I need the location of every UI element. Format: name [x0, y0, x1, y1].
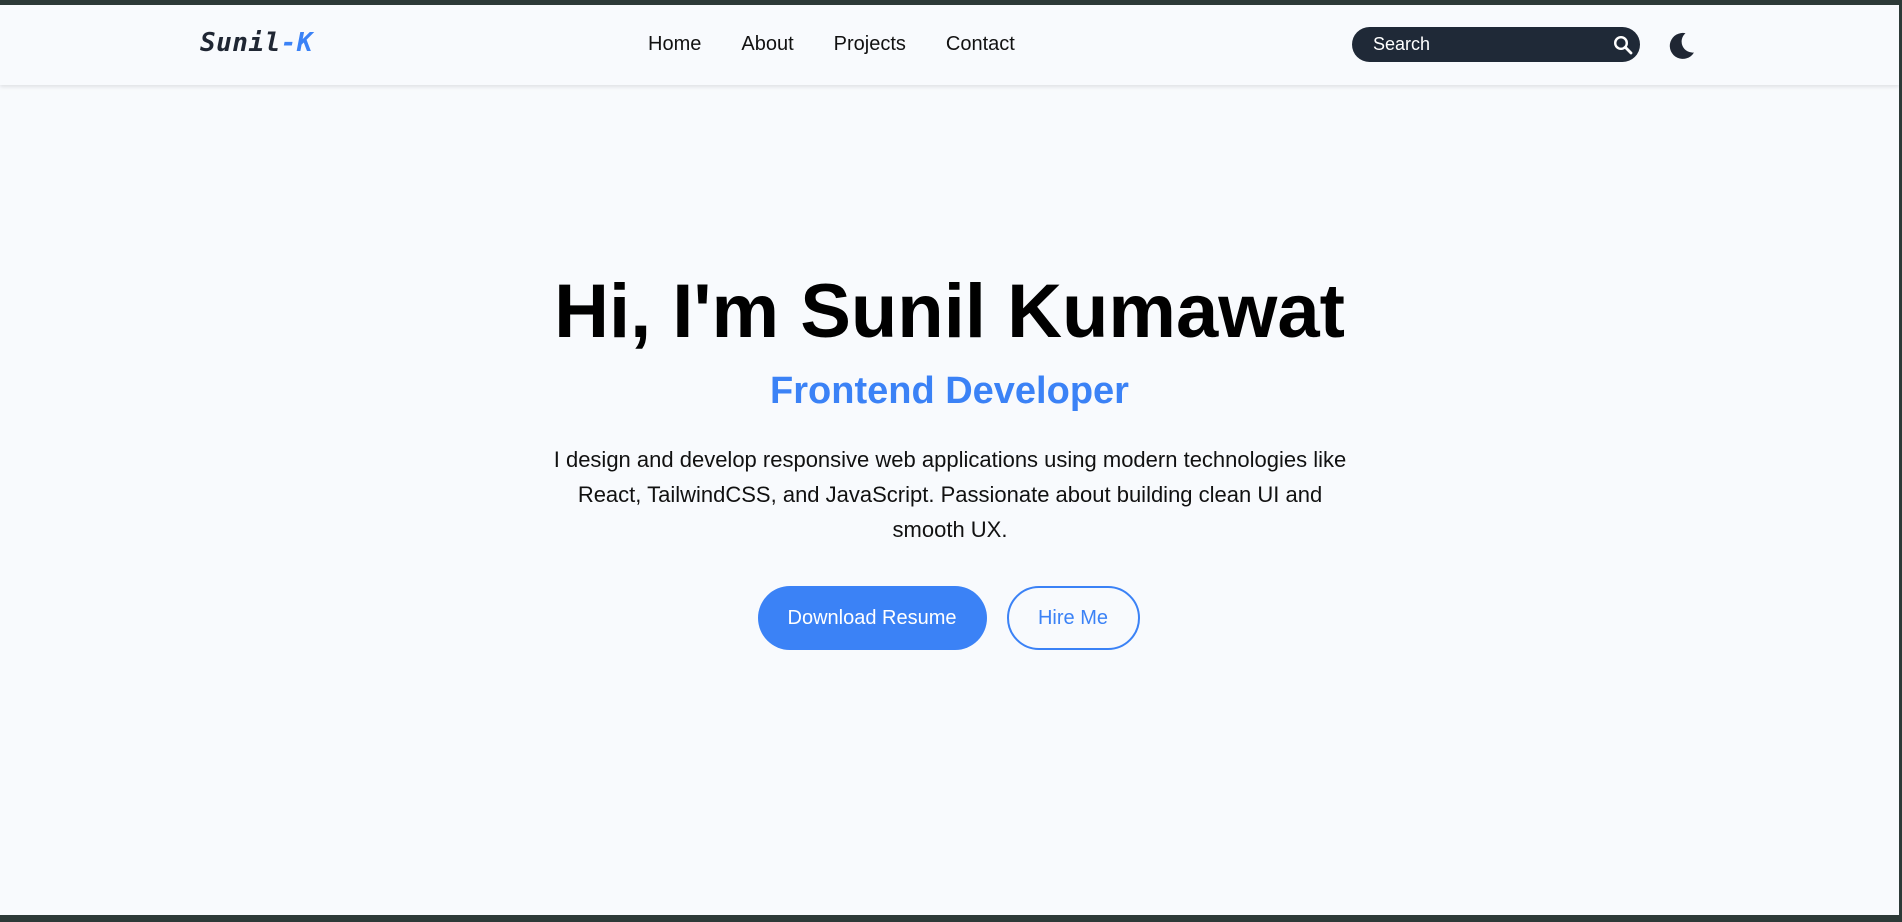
nav-links: Home About Projects Contact — [648, 33, 1015, 56]
navbar: Sunil-K Home About Projects Contact — [0, 5, 1899, 85]
nav-link-projects[interactable]: Projects — [834, 33, 906, 56]
logo-main-text: Sunil — [200, 28, 281, 58]
logo-accent-text: -K — [280, 28, 314, 58]
hire-me-button[interactable]: Hire Me — [1006, 586, 1140, 650]
hero-buttons: Download Resume Hire Me — [0, 586, 1899, 650]
theme-toggle-button[interactable] — [1664, 29, 1698, 63]
search-icon — [1613, 35, 1632, 54]
site-logo[interactable]: Sunil-K — [200, 28, 313, 58]
hero-description: I design and develop responsive web appl… — [553, 447, 1347, 542]
nav-link-contact[interactable]: Contact — [946, 33, 1015, 56]
hero-title: Hi, I'm Sunil Kumawat — [554, 269, 1345, 354]
moon-icon — [1669, 32, 1694, 59]
search-box — [1352, 27, 1640, 62]
nav-link-home[interactable]: Home — [648, 33, 701, 56]
download-resume-button[interactable]: Download Resume — [757, 586, 987, 650]
page: Sunil-K Home About Projects Contact Hi, … — [0, 5, 1899, 915]
search-input[interactable] — [1352, 27, 1605, 62]
nav-link-about[interactable]: About — [741, 33, 793, 56]
hero-subtitle: Frontend Developer — [770, 370, 1129, 412]
search-button[interactable] — [1605, 27, 1640, 62]
